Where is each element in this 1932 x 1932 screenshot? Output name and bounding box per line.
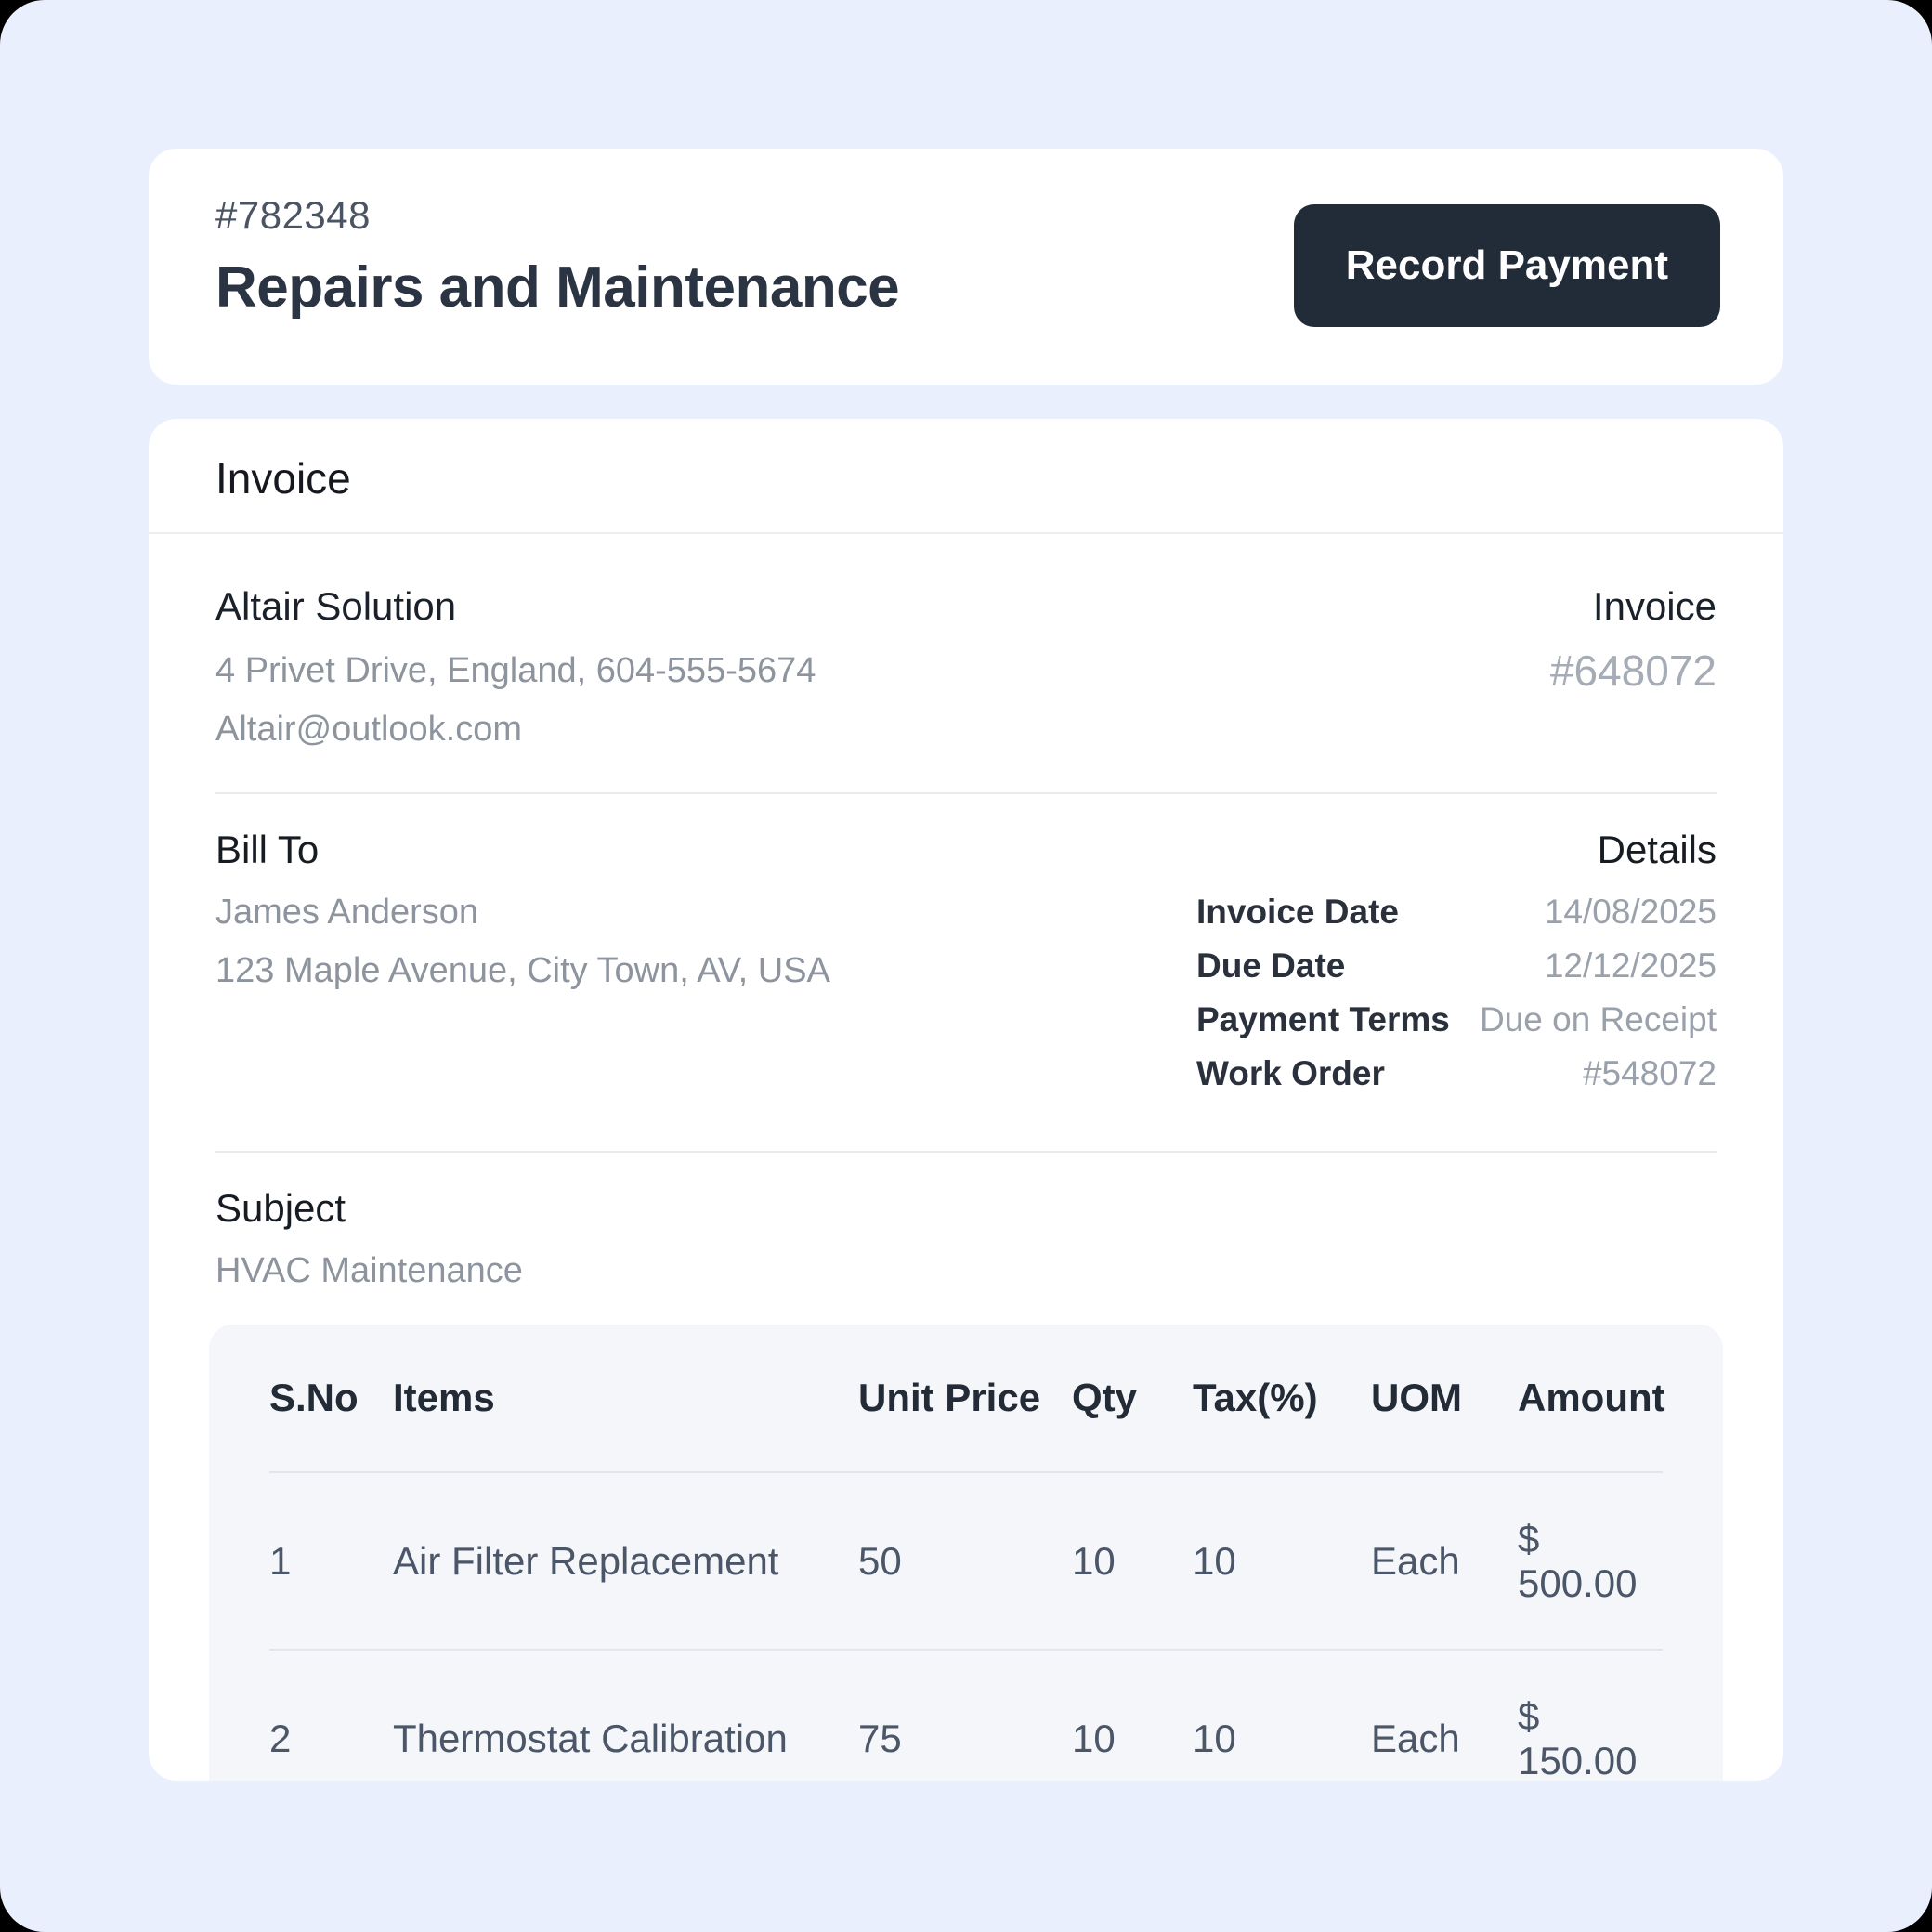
- header-title-group: #782348 Repairs and Maintenance: [215, 193, 899, 320]
- billing-section: Bill To James Anderson 123 Maple Avenue,…: [149, 794, 1783, 1108]
- cell-uom: Each: [1371, 1539, 1518, 1584]
- detail-row-work-order: Work Order #548072: [1196, 1054, 1717, 1093]
- detail-key: Work Order: [1196, 1054, 1385, 1093]
- detail-value: Due on Receipt: [1480, 1000, 1717, 1039]
- detail-row-invoice-date: Invoice Date 14/08/2025: [1196, 893, 1717, 932]
- invoice-ref-label: Invoice: [1550, 584, 1717, 629]
- bill-to-block: Bill To James Anderson 123 Maple Avenue,…: [215, 828, 830, 1108]
- invoice-ref-number: #648072: [1550, 646, 1717, 696]
- company-email: Altair@outlook.com: [215, 710, 816, 750]
- company-name: Altair Solution: [215, 584, 816, 629]
- cell-item: Air Filter Replacement: [393, 1539, 858, 1584]
- bill-to-address: 123 Maple Avenue, City Town, AV, USA: [215, 951, 830, 991]
- line-items-table: S.No Items Unit Price Qty Tax(%) UOM Amo…: [209, 1325, 1723, 1781]
- table-header-row: S.No Items Unit Price Qty Tax(%) UOM Amo…: [269, 1325, 1663, 1473]
- cell-sno: 1: [269, 1539, 393, 1584]
- details-block: Details Invoice Date 14/08/2025 Due Date…: [1196, 828, 1717, 1108]
- detail-value: 14/08/2025: [1545, 893, 1717, 932]
- record-id: #782348: [215, 193, 899, 238]
- company-block: Altair Solution 4 Privet Drive, England,…: [215, 584, 816, 750]
- app-canvas: #782348 Repairs and Maintenance Record P…: [0, 0, 1932, 1932]
- invoice-ref-block: Invoice #648072: [1550, 584, 1717, 750]
- subject-label: Subject: [215, 1186, 1717, 1231]
- invoice-section-title: Invoice: [215, 453, 351, 503]
- company-address: 4 Privet Drive, England, 604-555-5674: [215, 651, 816, 691]
- subject-section: Subject HVAC Maintenance: [149, 1153, 1783, 1291]
- cell-qty: 10: [1072, 1539, 1193, 1584]
- column-header-qty: Qty: [1072, 1376, 1193, 1420]
- company-section: Altair Solution 4 Privet Drive, England,…: [149, 534, 1783, 750]
- detail-key: Invoice Date: [1196, 893, 1399, 932]
- cell-qty: 10: [1072, 1717, 1193, 1761]
- column-header-tax: Tax(%): [1193, 1376, 1371, 1420]
- cell-tax: 10: [1193, 1717, 1371, 1761]
- page-header-card: #782348 Repairs and Maintenance Record P…: [149, 149, 1783, 385]
- detail-row-payment-terms: Payment Terms Due on Receipt: [1196, 1000, 1717, 1039]
- cell-unit-price: 50: [858, 1539, 1072, 1584]
- cell-unit-price: 75: [858, 1717, 1072, 1761]
- detail-value: 12/12/2025: [1545, 946, 1717, 986]
- cell-sno: 2: [269, 1717, 393, 1761]
- detail-key: Payment Terms: [1196, 1000, 1450, 1039]
- invoice-card-header: Invoice: [149, 419, 1783, 534]
- column-header-uom: UOM: [1371, 1376, 1518, 1420]
- page-title: Repairs and Maintenance: [215, 255, 899, 320]
- cell-tax: 10: [1193, 1539, 1371, 1584]
- table-row: 2 Thermostat Calibration 75 10 10 Each $…: [269, 1651, 1663, 1781]
- invoice-card: Invoice Altair Solution 4 Privet Drive, …: [149, 419, 1783, 1781]
- bill-to-name: James Anderson: [215, 893, 830, 933]
- table-row: 1 Air Filter Replacement 50 10 10 Each $…: [269, 1473, 1663, 1651]
- detail-row-due-date: Due Date 12/12/2025: [1196, 946, 1717, 986]
- cell-uom: Each: [1371, 1717, 1518, 1761]
- subject-value: HVAC Maintenance: [215, 1251, 1717, 1291]
- column-header-amount: Amount: [1518, 1376, 1665, 1420]
- column-header-unit-price: Unit Price: [858, 1376, 1072, 1420]
- cell-amount: $ 500.00: [1518, 1517, 1663, 1606]
- detail-value: #548072: [1583, 1054, 1717, 1093]
- record-payment-button[interactable]: Record Payment: [1294, 204, 1720, 327]
- cell-item: Thermostat Calibration: [393, 1717, 858, 1761]
- bill-to-label: Bill To: [215, 828, 830, 872]
- cell-amount: $ 150.00: [1518, 1694, 1663, 1782]
- column-header-sno: S.No: [269, 1376, 393, 1420]
- detail-key: Due Date: [1196, 946, 1345, 986]
- column-header-items: Items: [393, 1376, 858, 1420]
- details-label: Details: [1196, 828, 1717, 872]
